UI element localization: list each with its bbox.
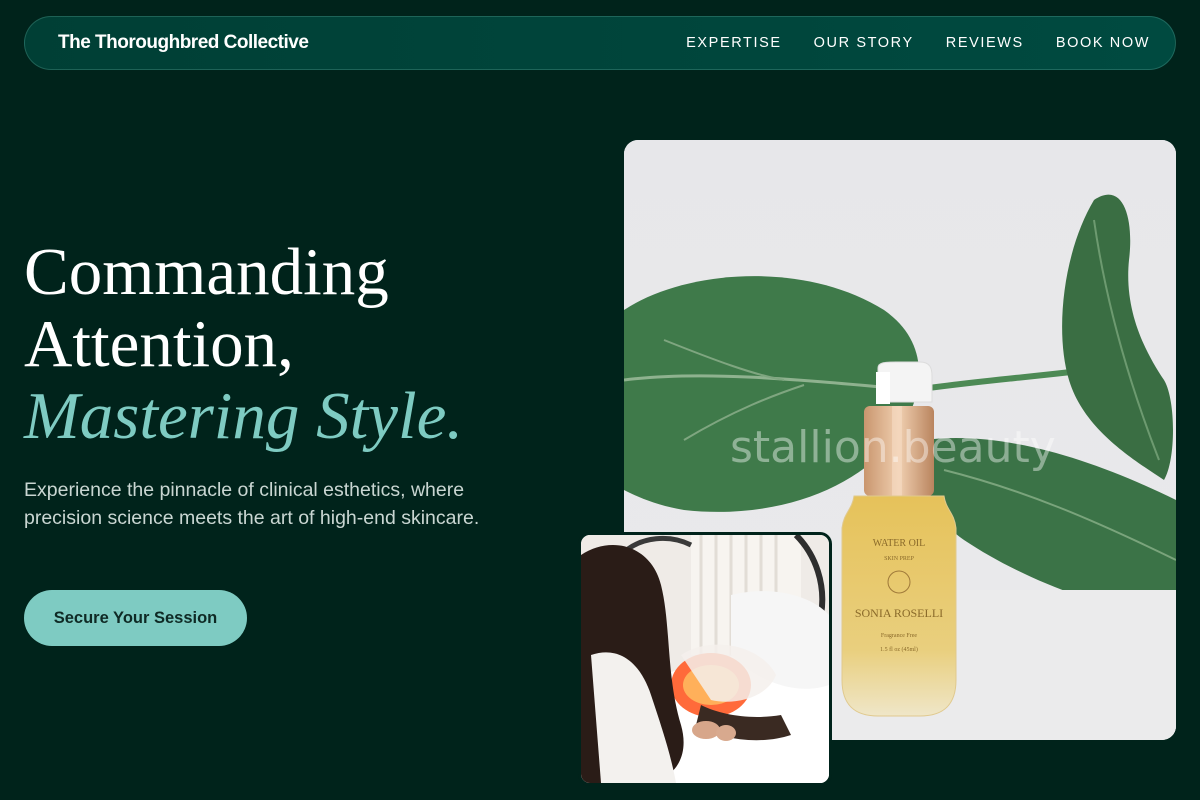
- nav-link-book-now[interactable]: BOOK NOW: [1056, 35, 1150, 51]
- brand-logo-link[interactable]: The Thoroughbred Collective: [58, 32, 309, 54]
- nav-link-expertise[interactable]: EXPERTISE: [686, 35, 782, 51]
- secure-session-button[interactable]: Secure Your Session: [24, 590, 247, 646]
- bottle-label-line1: WATER OIL: [873, 538, 926, 549]
- bottle-brand: SONIA ROSELLI: [855, 606, 943, 620]
- headline-line-2: Attention,: [24, 307, 294, 381]
- top-navbar: The Thoroughbred Collective EXPERTISE OU…: [24, 16, 1176, 70]
- treatment-photo-illustration: [581, 535, 829, 783]
- nav-link-reviews[interactable]: REVIEWS: [946, 35, 1024, 51]
- hero-headline: Commanding Attention, Mastering Style.: [24, 236, 463, 452]
- treatment-image: [578, 532, 832, 786]
- nav-link-our-story[interactable]: OUR STORY: [814, 35, 914, 51]
- headline-accent: Mastering Style.: [24, 379, 464, 453]
- bottle-label-line3: Fragrance Free: [881, 633, 917, 639]
- bottle-label-line2: SKIN PREP: [884, 556, 915, 562]
- hero-subtext: Experience the pinnacle of clinical esth…: [24, 479, 480, 529]
- image-watermark: stallion.beauty: [730, 422, 1056, 473]
- nav-links: EXPERTISE OUR STORY REVIEWS BOOK NOW: [686, 35, 1150, 51]
- bottle-label-line4: 1.5 fl oz (45ml): [880, 646, 918, 653]
- headline-line-1: Commanding: [24, 235, 389, 309]
